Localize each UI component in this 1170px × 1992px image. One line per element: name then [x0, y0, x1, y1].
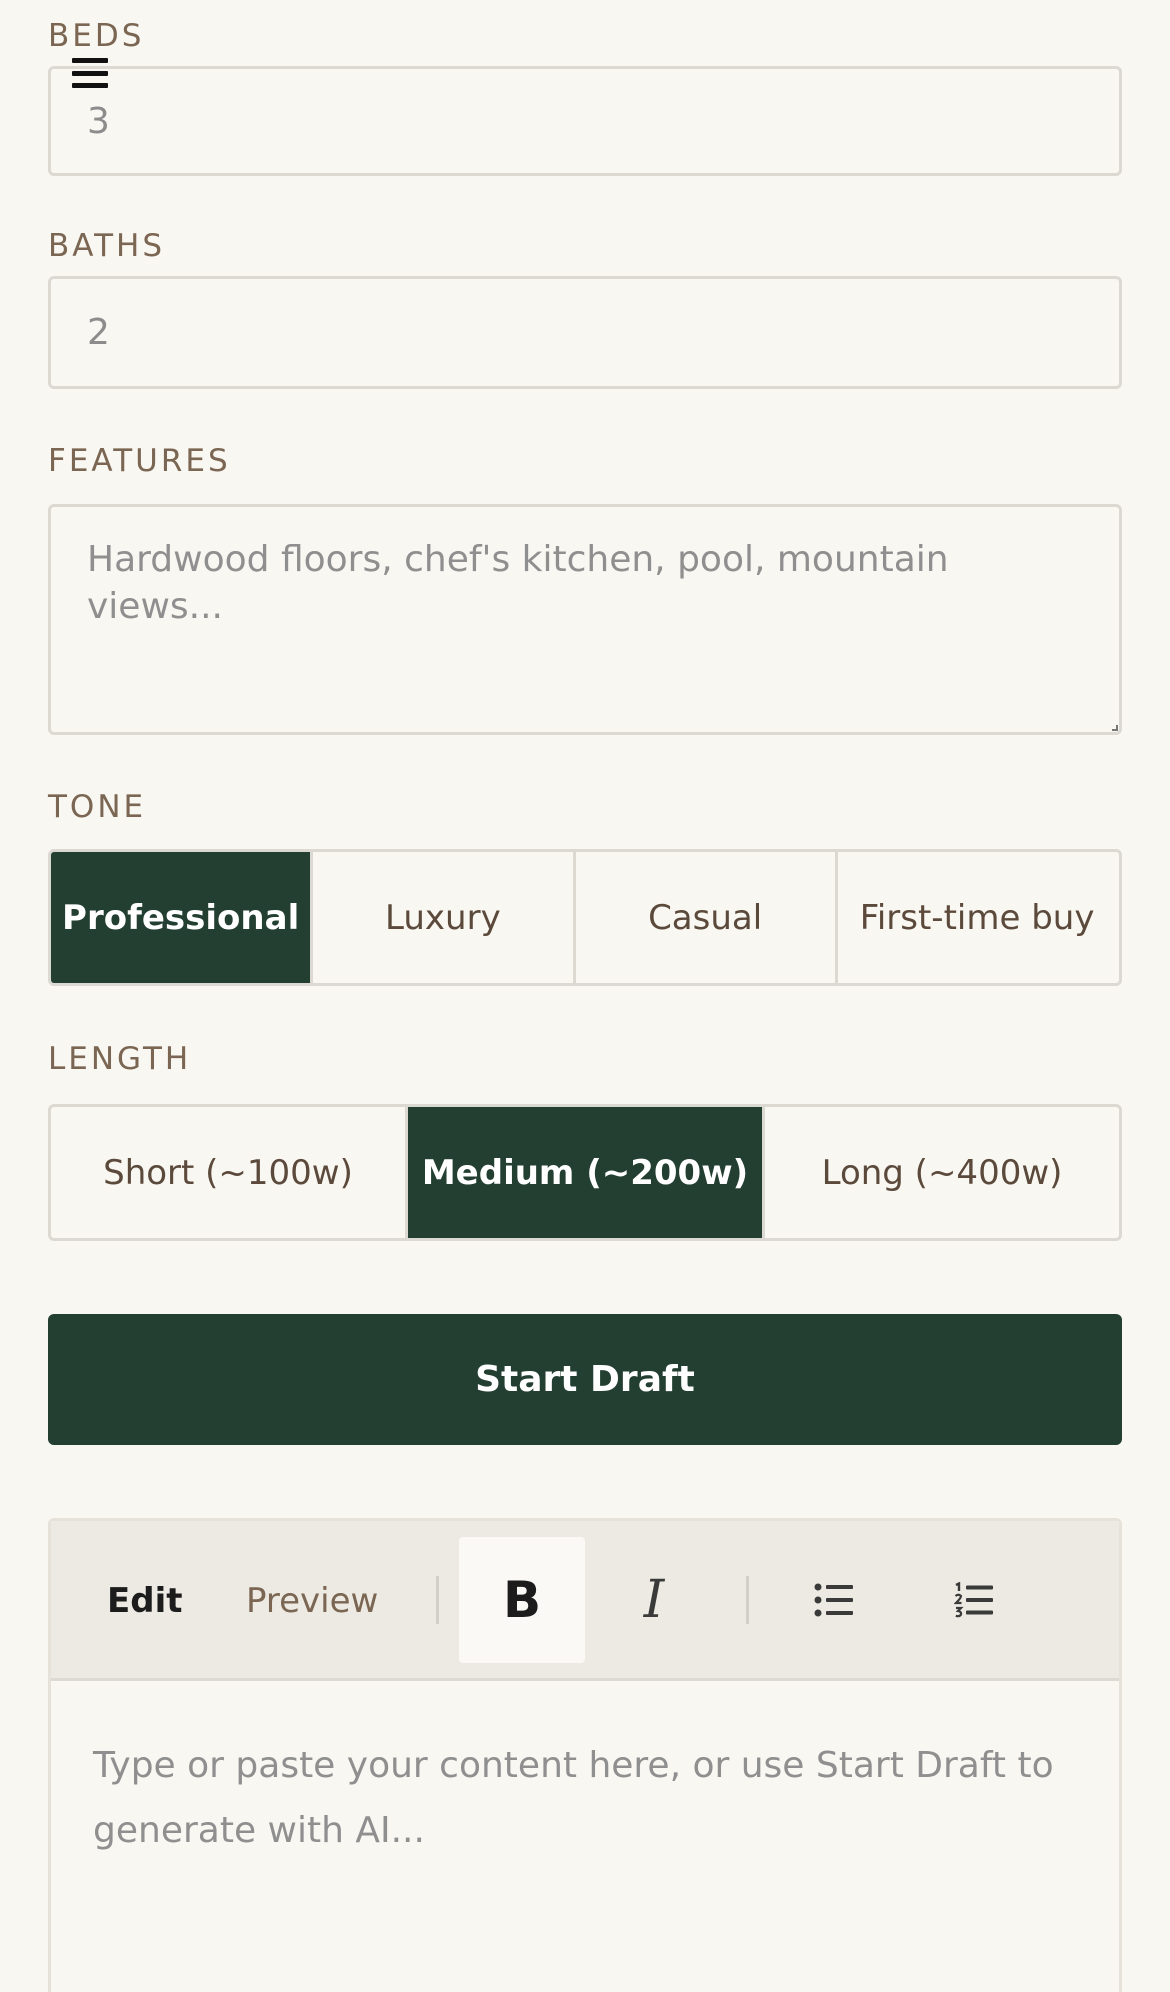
- content-editor: Edit Preview B I Type or paste your cont…: [48, 1518, 1122, 1992]
- beds-label: BEDS: [48, 18, 145, 54]
- editor-toolbar: Edit Preview B I: [51, 1521, 1119, 1681]
- baths-input[interactable]: [48, 276, 1122, 389]
- toolbar-divider: [746, 1576, 749, 1624]
- tone-option-first-time-buyer[interactable]: First-time buy: [838, 852, 1119, 983]
- tab-edit[interactable]: Edit: [107, 1521, 182, 1681]
- length-option-medium[interactable]: Medium (~200w): [408, 1107, 765, 1238]
- bullet-list-icon: [814, 1583, 853, 1617]
- features-textarea[interactable]: [48, 504, 1122, 735]
- bullet-list-button[interactable]: [771, 1537, 897, 1663]
- start-draft-button[interactable]: Start Draft: [48, 1314, 1122, 1445]
- toolbar-divider: [436, 1576, 439, 1624]
- hamburger-menu-icon[interactable]: [72, 58, 108, 88]
- numbered-list-icon: [954, 1582, 993, 1618]
- tab-preview[interactable]: Preview: [246, 1521, 378, 1681]
- textarea-resize-handle[interactable]: [1112, 725, 1118, 731]
- length-option-short[interactable]: Short (~100w): [51, 1107, 408, 1238]
- length-label: LENGTH: [48, 1041, 192, 1077]
- length-segmented-control: Short (~100w) Medium (~200w) Long (~400w…: [48, 1104, 1122, 1241]
- tone-option-casual[interactable]: Casual: [576, 852, 838, 983]
- beds-input[interactable]: [48, 66, 1122, 176]
- baths-label: BATHS: [48, 228, 165, 264]
- numbered-list-button[interactable]: [911, 1537, 1037, 1663]
- listing-form-page: BEDS BATHS FEATURES TONE Professional Lu…: [0, 0, 1170, 1992]
- tone-label: TONE: [48, 789, 147, 825]
- italic-icon: I: [643, 1570, 665, 1630]
- bold-icon: B: [502, 1571, 542, 1629]
- tone-option-luxury[interactable]: Luxury: [313, 852, 576, 983]
- bold-button[interactable]: B: [459, 1537, 585, 1663]
- features-label: FEATURES: [48, 443, 231, 479]
- tone-option-professional[interactable]: Professional: [51, 852, 314, 983]
- length-option-long[interactable]: Long (~400w): [765, 1107, 1119, 1238]
- editor-content-area[interactable]: Type or paste your content here, or use …: [51, 1681, 1119, 1915]
- italic-button[interactable]: I: [591, 1537, 717, 1663]
- tone-segmented-control: Professional Luxury Casual First-time bu…: [48, 849, 1122, 986]
